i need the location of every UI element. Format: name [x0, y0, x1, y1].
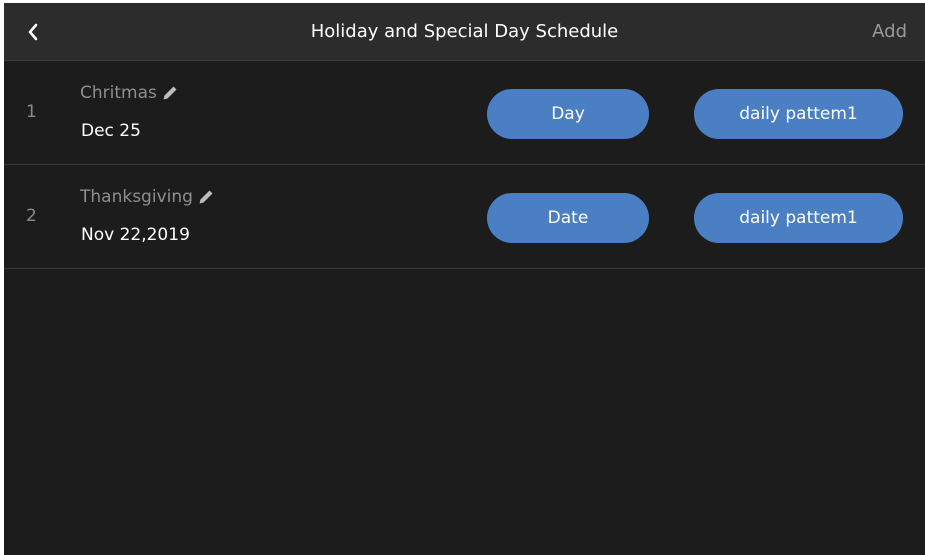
list-item: 2 Thanksgiving Nov 22,2019 Date daily pa…: [4, 165, 925, 269]
holiday-date: Dec 25: [81, 121, 141, 141]
holiday-name[interactable]: Chritmas: [80, 83, 179, 103]
day-type-button[interactable]: Day: [487, 89, 649, 139]
holiday-name-label: Thanksgiving: [80, 187, 193, 207]
holiday-schedule-screen: Holiday and Special Day Schedule Add 1 C…: [4, 3, 925, 555]
pattern-button[interactable]: daily pattem1: [694, 193, 903, 243]
holiday-name-label: Chritmas: [80, 83, 157, 103]
holiday-date: Nov 22,2019: [81, 225, 190, 245]
pencil-icon[interactable]: [161, 84, 179, 102]
header-bar: Holiday and Special Day Schedule Add: [4, 3, 925, 61]
date-type-button[interactable]: Date: [487, 193, 649, 243]
add-button[interactable]: Add: [872, 3, 907, 60]
row-number: 2: [26, 206, 37, 226]
back-button[interactable]: [18, 15, 48, 49]
list-item: 1 Chritmas Dec 25 Day daily pattem1: [4, 61, 925, 165]
row-number: 1: [26, 102, 37, 122]
holiday-name[interactable]: Thanksgiving: [80, 187, 215, 207]
chevron-left-icon: [28, 23, 38, 41]
pencil-icon[interactable]: [197, 188, 215, 206]
pattern-button[interactable]: daily pattem1: [694, 89, 903, 139]
page-title: Holiday and Special Day Schedule: [310, 21, 619, 42]
